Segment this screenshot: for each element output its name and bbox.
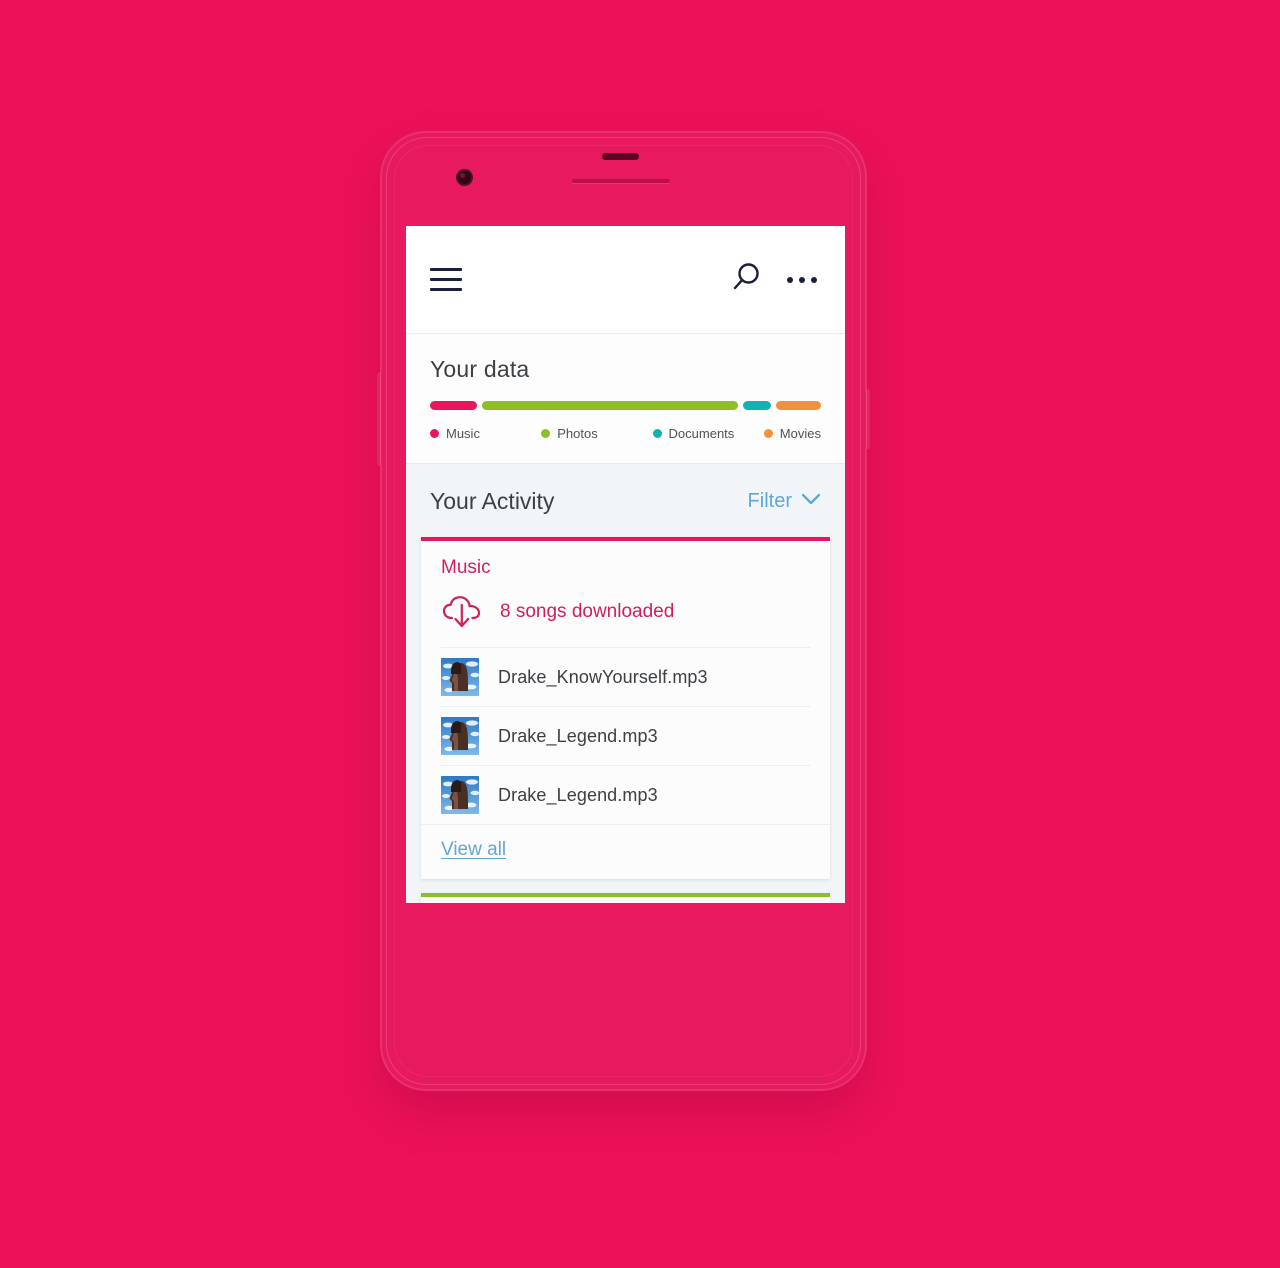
app-bar: [406, 226, 845, 334]
phone-screen: Your data Music Photos Documents Movies You…: [406, 226, 845, 903]
hamburger-line: [430, 288, 462, 291]
activity-card-music[interactable]: Music 8 songs downloaded Drake_KnowYours…: [421, 537, 830, 879]
front-camera-icon: [456, 169, 473, 186]
dot: [787, 276, 793, 283]
legend-dot-icon: [763, 429, 773, 438]
data-bar-segment-photos: [482, 401, 738, 410]
album-art-thumbnail: [441, 658, 479, 696]
dot: [799, 276, 805, 283]
earpiece-grille-icon: [572, 179, 670, 183]
data-usage-bar: [430, 401, 822, 410]
album-art-thumbnail: [441, 658, 479, 696]
file-name: Drake_Legend.mp3: [498, 725, 658, 746]
legend-label: Documents: [668, 426, 735, 441]
legend-dot-icon: [652, 429, 662, 438]
your-data-title: Your data: [430, 356, 530, 382]
album-art-thumbnail: [441, 776, 479, 814]
dot: [811, 276, 817, 283]
activity-header: Your Activity Filter: [406, 464, 845, 537]
legend-label: Photos: [557, 426, 598, 441]
file-list-item[interactable]: Drake_Legend.mp3: [441, 765, 810, 824]
your-data-panel: Your data Music Photos Documents Movies: [406, 334, 845, 464]
album-art-thumbnail: [441, 776, 479, 814]
filter-label: Filter: [747, 490, 792, 512]
activity-title: Your Activity: [430, 488, 555, 514]
data-bar-segment-music: [430, 401, 477, 410]
legend-label: Music: [446, 426, 480, 441]
file-name: Drake_KnowYourself.mp3: [498, 666, 708, 687]
hamburger-line: [430, 268, 462, 271]
file-list-item[interactable]: Drake_Legend.mp3: [441, 706, 810, 765]
card-summary[interactable]: 8 songs downloaded: [421, 583, 830, 647]
power-button[interactable]: [865, 389, 870, 449]
filter-dropdown[interactable]: Filter: [748, 490, 821, 513]
data-usage-legend: Music Photos Documents Movies: [430, 426, 821, 441]
legend-label: Movies: [779, 426, 821, 441]
cloud-download-icon: [442, 596, 481, 628]
legend-dot-icon: [541, 429, 551, 438]
file-list: Drake_KnowYourself.mp3 Drake_Legend.mp3 …: [421, 647, 830, 824]
data-bar-segment-movies: [775, 401, 822, 410]
activity-cards: Music 8 songs downloaded Drake_KnowYours…: [406, 537, 845, 903]
legend-item-movies: Movies: [763, 426, 821, 441]
card-title: Music: [441, 557, 491, 578]
hamburger-menu-icon[interactable]: [430, 268, 462, 291]
search-icon[interactable]: [731, 261, 761, 298]
card-summary-text: 8 songs downloaded: [500, 601, 675, 622]
data-bar-segment-documents: [742, 401, 771, 410]
album-art-thumbnail: [441, 717, 479, 755]
album-art-thumbnail: [441, 717, 479, 755]
volume-button[interactable]: [377, 372, 382, 466]
card-title: Photos: [421, 897, 830, 903]
file-name: Drake_Legend.mp3: [498, 784, 658, 805]
legend-item-photos: Photos: [541, 426, 652, 441]
chevron-down-icon: [801, 493, 821, 511]
speaker-grille-icon: [602, 153, 639, 160]
view-all-row: View all: [421, 824, 830, 879]
more-options-icon[interactable]: [787, 276, 817, 283]
hamburger-line: [430, 278, 462, 281]
legend-item-documents: Documents: [652, 426, 764, 441]
phone-device: Your data Music Photos Documents Movies You…: [377, 131, 870, 1091]
activity-card-photos[interactable]: Photos 28 photos shared on Facebook: [421, 893, 830, 903]
view-all-link[interactable]: View all: [441, 839, 506, 860]
legend-dot-icon: [430, 429, 439, 438]
file-list-item[interactable]: Drake_KnowYourself.mp3: [441, 647, 810, 706]
legend-item-music: Music: [430, 426, 541, 441]
